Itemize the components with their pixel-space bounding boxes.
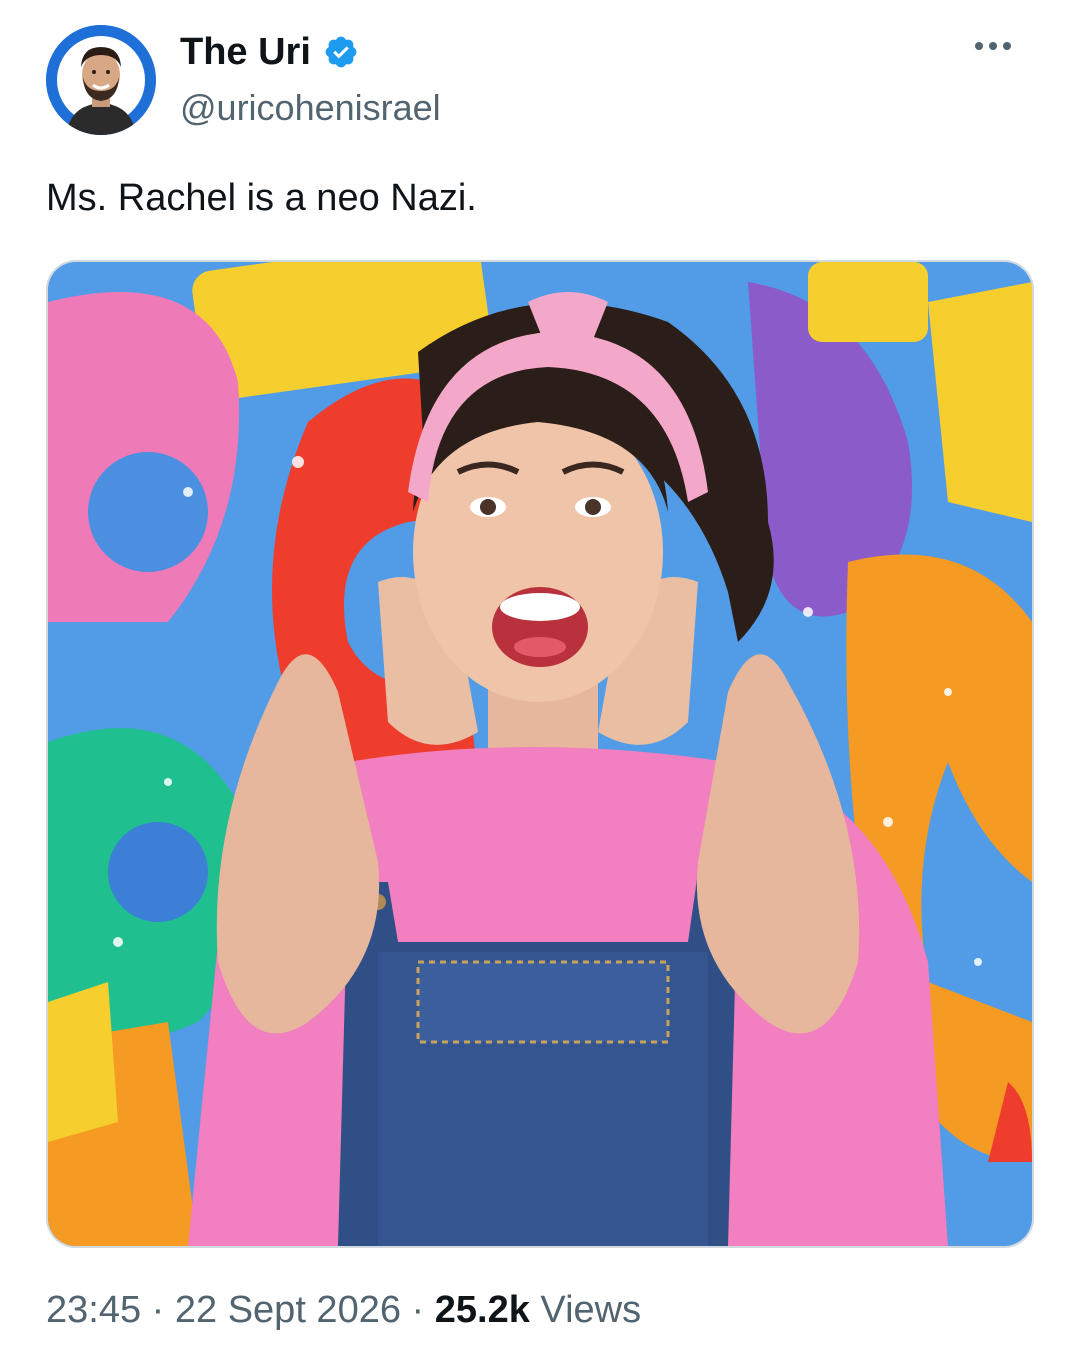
tweet-timestamp[interactable]: 23:45 xyxy=(46,1289,141,1331)
author-handle[interactable]: @uricohenisrael xyxy=(180,86,441,130)
tweet-date[interactable]: 22 Sept 2026 xyxy=(175,1289,401,1331)
tweet-meta: 23:45 · 22 Sept 2026 · 25.2k Views xyxy=(46,1285,641,1335)
tweet-text: Ms. Rachel is a neo Nazi. xyxy=(46,177,477,219)
tweet-card: The Uri @uricohenisrael Ms. Rachel is a … xyxy=(0,0,1080,1357)
more-options-button[interactable] xyxy=(968,28,1018,64)
verified-badge-icon[interactable] xyxy=(323,34,359,70)
author-name-row: The Uri xyxy=(180,30,359,74)
tweet-media-photo[interactable] xyxy=(46,260,1034,1248)
views-label[interactable]: Views xyxy=(540,1289,641,1331)
author-display-name[interactable]: The Uri xyxy=(180,30,311,74)
more-horizontal-icon xyxy=(975,42,1011,50)
photo-image xyxy=(48,262,1032,1246)
author-avatar[interactable] xyxy=(46,25,156,135)
meta-separator: · xyxy=(151,1289,165,1331)
views-count[interactable]: 25.2k xyxy=(435,1289,530,1331)
meta-separator: · xyxy=(411,1289,425,1331)
user-avatar-icon xyxy=(46,25,156,135)
